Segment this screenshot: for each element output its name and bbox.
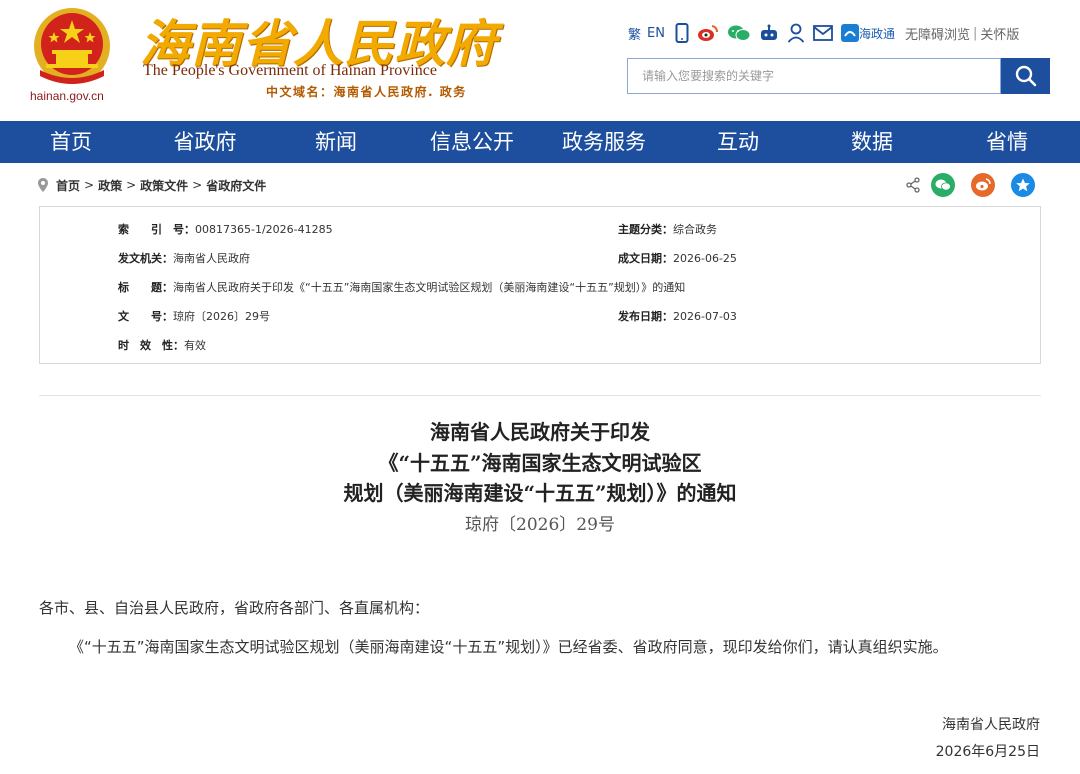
domain-cn: 中文域名：海南省人民政府. 政务 bbox=[266, 85, 467, 99]
breadcrumb-gov-docs[interactable]: 省政府文件 bbox=[206, 177, 266, 194]
info-title-key: 标 题： bbox=[118, 281, 173, 294]
info-pubdate-key: 发布日期： bbox=[618, 310, 673, 323]
info-index-key: 索 引 号： bbox=[118, 223, 195, 236]
location-pin-icon bbox=[38, 178, 48, 192]
share-wechat-icon[interactable] bbox=[931, 173, 955, 197]
info-issuer: 发文机关：海南省人民政府 bbox=[118, 250, 250, 266]
info-category-value: 综合政务 bbox=[673, 223, 717, 236]
document-title-line-3: 规划（美丽海南建设“十五五”规划）》的通知 bbox=[343, 481, 737, 505]
info-date-key: 成文日期： bbox=[618, 252, 673, 265]
nav-item-data[interactable]: 数据 bbox=[841, 121, 903, 163]
wechat-icon[interactable] bbox=[727, 22, 751, 44]
document-title-line-1: 海南省人民政府关于印发 bbox=[430, 420, 650, 444]
nav-item-info-disclosure[interactable]: 信息公开 bbox=[420, 121, 524, 163]
info-pubdate-value: 2026-07-03 bbox=[673, 310, 737, 323]
info-title-value: 海南省人民政府关于印发《“十五五”海南国家生态文明试验区规划（美丽海南建设“十五… bbox=[173, 281, 686, 294]
info-issuer-value: 海南省人民政府 bbox=[173, 252, 250, 265]
breadcrumb-separator: > bbox=[126, 178, 137, 192]
haizhengtong-link[interactable]: 海政通 bbox=[840, 22, 895, 44]
document-salutation: 各市、县、自治县人民政府，省政府各部门、各直属机构： bbox=[39, 599, 430, 617]
breadcrumb-separator: > bbox=[192, 178, 203, 192]
user-icon[interactable] bbox=[787, 22, 805, 44]
header-tools: 繁 EN 海政通 无障碍浏览 | 关怀版 bbox=[628, 22, 1019, 44]
breadcrumb: 首页 > 政策 > 政策文件 > 省政府文件 bbox=[38, 175, 266, 195]
info-date-value: 2026-06-25 bbox=[673, 252, 737, 265]
mobile-icon[interactable] bbox=[675, 22, 689, 44]
document-info-box: 索 引 号：00817365-1/2026-41285 主题分类：综合政务 发文… bbox=[39, 206, 1041, 364]
nav-item-province-info[interactable]: 省情 bbox=[976, 121, 1038, 163]
info-title: 标 题：海南省人民政府关于印发《“十五五”海南国家生态文明试验区规划（美丽海南建… bbox=[118, 279, 685, 295]
share-weibo-icon[interactable] bbox=[971, 173, 995, 197]
site-title-en: The People's Government of Hainan Provin… bbox=[143, 62, 437, 79]
info-docno-key: 文 号： bbox=[118, 310, 173, 323]
info-index-value: 00817365-1/2026-41285 bbox=[195, 223, 333, 236]
weibo-icon[interactable] bbox=[697, 22, 719, 44]
site-header: hainan.gov.cn 海南省人民政府 The People's Gover… bbox=[0, 0, 1080, 121]
favorite-icon[interactable] bbox=[1011, 173, 1035, 197]
info-category: 主题分类：综合政务 bbox=[618, 221, 717, 237]
mail-icon[interactable] bbox=[813, 22, 833, 44]
document-paragraph: 《“十五五”海南国家生态文明试验区规划（美丽海南建设“十五五”规划）》已经省委、… bbox=[69, 638, 948, 656]
info-docno-value: 琼府〔2026〕29号 bbox=[173, 310, 270, 323]
info-issuer-key: 发文机关： bbox=[118, 252, 173, 265]
haizhengtong-icon bbox=[840, 24, 859, 42]
nav-item-home[interactable]: 首页 bbox=[40, 121, 102, 163]
haizhengtong-label: 海政通 bbox=[858, 26, 895, 41]
care-mode-link[interactable]: 关怀版 bbox=[980, 24, 1019, 43]
breadcrumb-home[interactable]: 首页 bbox=[56, 177, 80, 194]
share-icon[interactable] bbox=[901, 173, 925, 197]
robot-icon[interactable] bbox=[759, 22, 779, 44]
domain-en: hainan.gov.cn bbox=[30, 89, 104, 103]
info-date: 成文日期：2026-06-25 bbox=[618, 250, 737, 266]
info-pubdate: 发布日期：2026-07-03 bbox=[618, 308, 737, 324]
document-signer: 海南省人民政府 bbox=[942, 717, 1040, 733]
search-box bbox=[627, 58, 1001, 94]
tools-separator: | bbox=[973, 25, 978, 41]
document-number: 琼府〔2026〕29号 bbox=[465, 515, 615, 535]
accessible-link[interactable]: 无障碍浏览 bbox=[905, 24, 970, 43]
info-validity-key: 时 效 性： bbox=[118, 339, 184, 352]
info-validity-value: 有效 bbox=[184, 339, 206, 352]
search-input[interactable] bbox=[628, 59, 1000, 93]
content-divider bbox=[39, 395, 1041, 396]
info-docno: 文 号：琼府〔2026〕29号 bbox=[118, 308, 270, 324]
main-nav: 首页 省政府 新闻 信息公开 政务服务 互动 数据 省情 bbox=[0, 121, 1080, 163]
national-emblem-icon bbox=[34, 8, 110, 84]
document-sign-date: 2026年6月25日 bbox=[935, 744, 1040, 760]
breadcrumb-policy-docs[interactable]: 政策文件 bbox=[140, 177, 188, 194]
breadcrumb-separator: > bbox=[84, 178, 95, 192]
nav-item-province-gov[interactable]: 省政府 bbox=[160, 121, 250, 163]
nav-item-gov-services[interactable]: 政务服务 bbox=[552, 121, 656, 163]
breadcrumb-policy[interactable]: 政策 bbox=[98, 177, 122, 194]
search-button[interactable] bbox=[1001, 58, 1050, 94]
traditional-chinese-link[interactable]: 繁 bbox=[628, 22, 641, 44]
info-index: 索 引 号：00817365-1/2026-41285 bbox=[118, 221, 333, 237]
info-category-key: 主题分类： bbox=[618, 223, 673, 236]
info-validity: 时 效 性：有效 bbox=[118, 337, 206, 353]
nav-item-news[interactable]: 新闻 bbox=[305, 121, 367, 163]
search-icon bbox=[1015, 65, 1036, 87]
document-title-line-2: 《“十五五”海南国家生态文明试验区 bbox=[378, 451, 702, 475]
nav-item-interaction[interactable]: 互动 bbox=[707, 121, 769, 163]
english-link[interactable]: EN bbox=[647, 22, 665, 44]
